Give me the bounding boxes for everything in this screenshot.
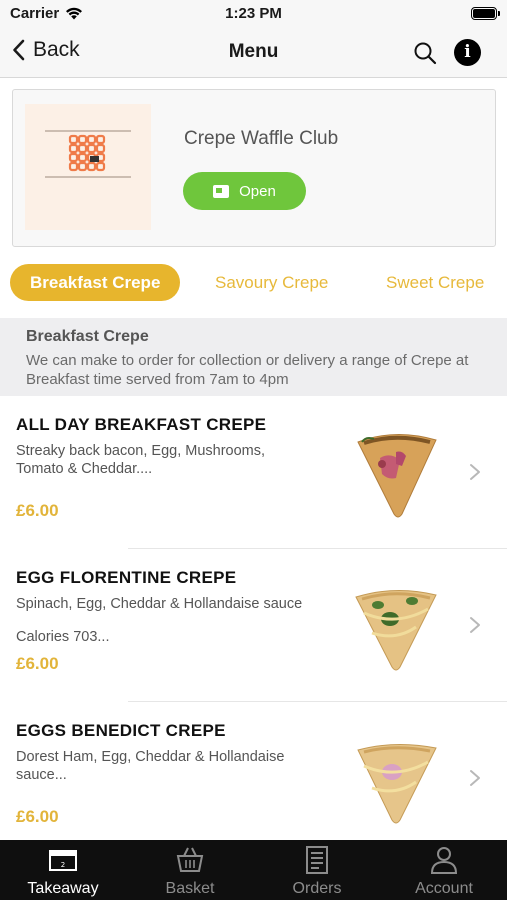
svg-text:2: 2	[61, 861, 65, 869]
nav-bar: Back Menu i	[0, 28, 507, 78]
item-price: £6.00	[16, 807, 59, 826]
tab-label: Takeaway	[27, 880, 99, 897]
section-header: Breakfast Crepe We can make to order for…	[0, 318, 507, 396]
tab-takeaway[interactable]: 2 Takeaway	[0, 840, 126, 900]
open-status-button[interactable]: Open	[183, 172, 306, 210]
tab-basket[interactable]: Basket	[127, 840, 253, 900]
item-price: £6.00	[16, 654, 59, 673]
shop-name: Crepe Waffle Club	[184, 128, 339, 149]
item-description: Spinach, Egg, Cheddar & Hollandaise sauc…	[16, 596, 303, 612]
info-icon[interactable]: i	[454, 39, 481, 66]
item-name: ALL DAY BREAKFAST CREPE	[16, 415, 267, 434]
waffle-logo-icon	[68, 134, 106, 172]
tab-label: Account	[415, 880, 473, 897]
crepe-bacon-image	[357, 433, 437, 518]
open-status-label: Open	[239, 182, 276, 200]
item-name: EGG FLORENTINE CREPE	[16, 568, 237, 587]
menu-list: ALL DAY BREAKFAST CREPE Streaky back bac…	[0, 396, 507, 840]
tab-sweet-crepe[interactable]: Sweet Crepe	[386, 264, 484, 301]
item-description: Streaky back bacon, Egg, Mushrooms, Toma…	[16, 443, 266, 477]
chevron-right-icon	[470, 770, 480, 786]
status-bar: Carrier 1:23 PM	[0, 0, 507, 28]
chevron-right-icon	[470, 464, 480, 480]
item-name: EGGS BENEDICT CREPE	[16, 721, 226, 740]
status-time: 1:23 PM	[225, 5, 282, 22]
menu-item[interactable]: ALL DAY BREAKFAST CREPE Streaky back bac…	[0, 396, 507, 548]
account-icon	[430, 847, 458, 874]
tab-account[interactable]: Account	[381, 840, 507, 900]
tab-label: Basket	[165, 880, 215, 897]
item-price: £6.00	[16, 501, 59, 520]
tab-bar: 2 Takeaway Basket Orders Account	[0, 840, 507, 900]
tab-savoury-crepe[interactable]: Savoury Crepe	[215, 264, 328, 301]
shop-card: Crepe Waffle Club Open	[12, 89, 496, 247]
tab-breakfast-crepe[interactable]: Breakfast Crepe	[10, 264, 181, 301]
menu-item[interactable]: EGGS BENEDICT CREPE Dorest Ham, Egg, Che…	[0, 702, 507, 840]
category-tabs: Breakfast Crepe Savoury Crepe Sweet Crep…	[0, 257, 507, 309]
chevron-right-icon	[470, 617, 480, 633]
section-title: Breakfast Crepe	[26, 328, 149, 345]
tab-label: Orders	[292, 880, 342, 897]
takeaway-icon: 2	[49, 850, 77, 871]
tab-orders[interactable]: Orders	[254, 840, 380, 900]
item-calories: Calories 703...	[16, 629, 110, 645]
shop-logo	[25, 104, 151, 230]
battery-icon	[471, 7, 500, 20]
orders-icon	[306, 846, 328, 874]
basket-icon	[176, 847, 204, 872]
item-description: Dorest Ham, Egg, Cheddar & Hollandaise s…	[16, 749, 285, 783]
crepe-spinach-image	[355, 590, 437, 671]
section-description: We can make to order for collection or d…	[26, 352, 469, 388]
crepe-ham-image	[357, 743, 437, 824]
menu-item[interactable]: EGG FLORENTINE CREPE Spinach, Egg, Chedd…	[0, 549, 507, 701]
search-icon[interactable]	[412, 40, 438, 66]
store-icon	[213, 184, 230, 198]
